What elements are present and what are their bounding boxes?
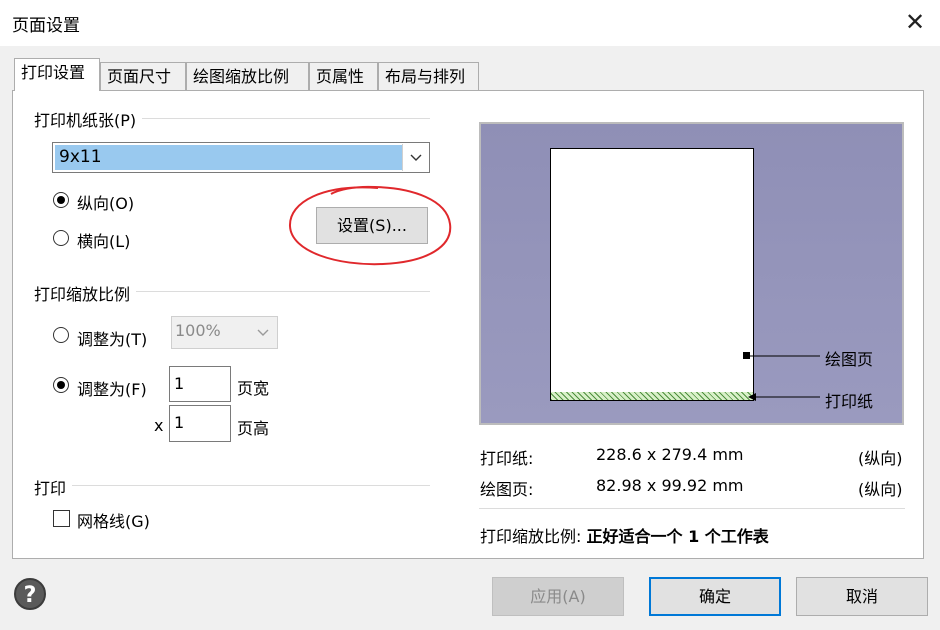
- fit-to-label: 调整为(F): [77, 380, 147, 399]
- chevron-down-icon[interactable]: [402, 144, 428, 171]
- drawing-page-callout: 绘图页: [825, 350, 874, 369]
- tab-drawing-scale[interactable]: 绘图缩放比例: [186, 62, 309, 90]
- paper-size-value: 9x11: [55, 145, 403, 170]
- fit-height-input[interactable]: 1: [169, 405, 231, 442]
- fit-width-input[interactable]: 1: [169, 366, 231, 402]
- chevron-down-icon: [250, 318, 276, 347]
- ok-button[interactable]: 确定: [649, 577, 781, 616]
- fit-height-unit: 页高: [237, 419, 270, 438]
- group-divider: [34, 485, 430, 486]
- paper-info-orientation: (纵向): [858, 449, 903, 468]
- adjust-to-radio[interactable]: [53, 327, 69, 343]
- gridlines-checkbox[interactable]: [53, 510, 70, 527]
- preview-unprintable-margin: [551, 392, 753, 400]
- print-group-label: 打印: [34, 475, 73, 499]
- scale-group-label: 打印缩放比例: [34, 281, 137, 305]
- drawing-info-key: 绘图页:: [480, 480, 534, 499]
- portrait-label: 纵向(O): [77, 194, 135, 213]
- scale-info: 打印缩放比例: 正好适合一个 1 个工作表: [480, 523, 769, 547]
- x-symbol: x: [154, 416, 164, 435]
- paper-info-value: 228.6 x 279.4 mm: [596, 445, 744, 464]
- paper-info-key: 打印纸:: [480, 449, 534, 468]
- portrait-radio[interactable]: [53, 192, 69, 208]
- drawing-info-orientation: (纵向): [858, 480, 903, 499]
- help-icon[interactable]: ?: [14, 578, 46, 610]
- adjust-to-value: 100%: [175, 321, 221, 340]
- tab-page-properties[interactable]: 页属性: [309, 62, 378, 90]
- title-bar: [0, 0, 940, 46]
- preview-paper: [550, 148, 754, 401]
- scale-info-key: 打印缩放比例:: [480, 527, 582, 546]
- apply-button[interactable]: 应用(A): [492, 577, 624, 616]
- adjust-to-label: 调整为(T): [77, 330, 148, 349]
- cancel-button[interactable]: 取消: [796, 577, 928, 616]
- fit-to-radio[interactable]: [53, 377, 69, 393]
- annotation-circle: [288, 185, 452, 266]
- paper-callout: 打印纸: [825, 392, 874, 411]
- fit-width-unit: 页宽: [237, 379, 270, 398]
- window-title: 页面设置: [12, 16, 80, 36]
- gridlines-label: 网格线(G): [77, 512, 150, 531]
- landscape-radio[interactable]: [53, 230, 69, 246]
- tab-page-size[interactable]: 页面尺寸: [100, 62, 186, 90]
- drawing-info-value: 82.98 x 99.92 mm: [596, 476, 744, 495]
- adjust-to-select[interactable]: 100%: [171, 316, 278, 349]
- tab-print-setup[interactable]: 打印设置: [14, 58, 100, 91]
- paper-size-select[interactable]: 9x11: [52, 142, 430, 173]
- scale-info-value: 正好适合一个 1 个工作表: [586, 527, 769, 546]
- info-divider: [479, 508, 905, 509]
- close-icon[interactable]: ✕: [900, 6, 930, 38]
- tab-layout-routing[interactable]: 布局与排列: [378, 62, 479, 90]
- paper-group-label: 打印机纸张(P): [34, 107, 143, 131]
- callout-lines: [748, 355, 820, 401]
- landscape-label: 横向(L): [77, 232, 131, 251]
